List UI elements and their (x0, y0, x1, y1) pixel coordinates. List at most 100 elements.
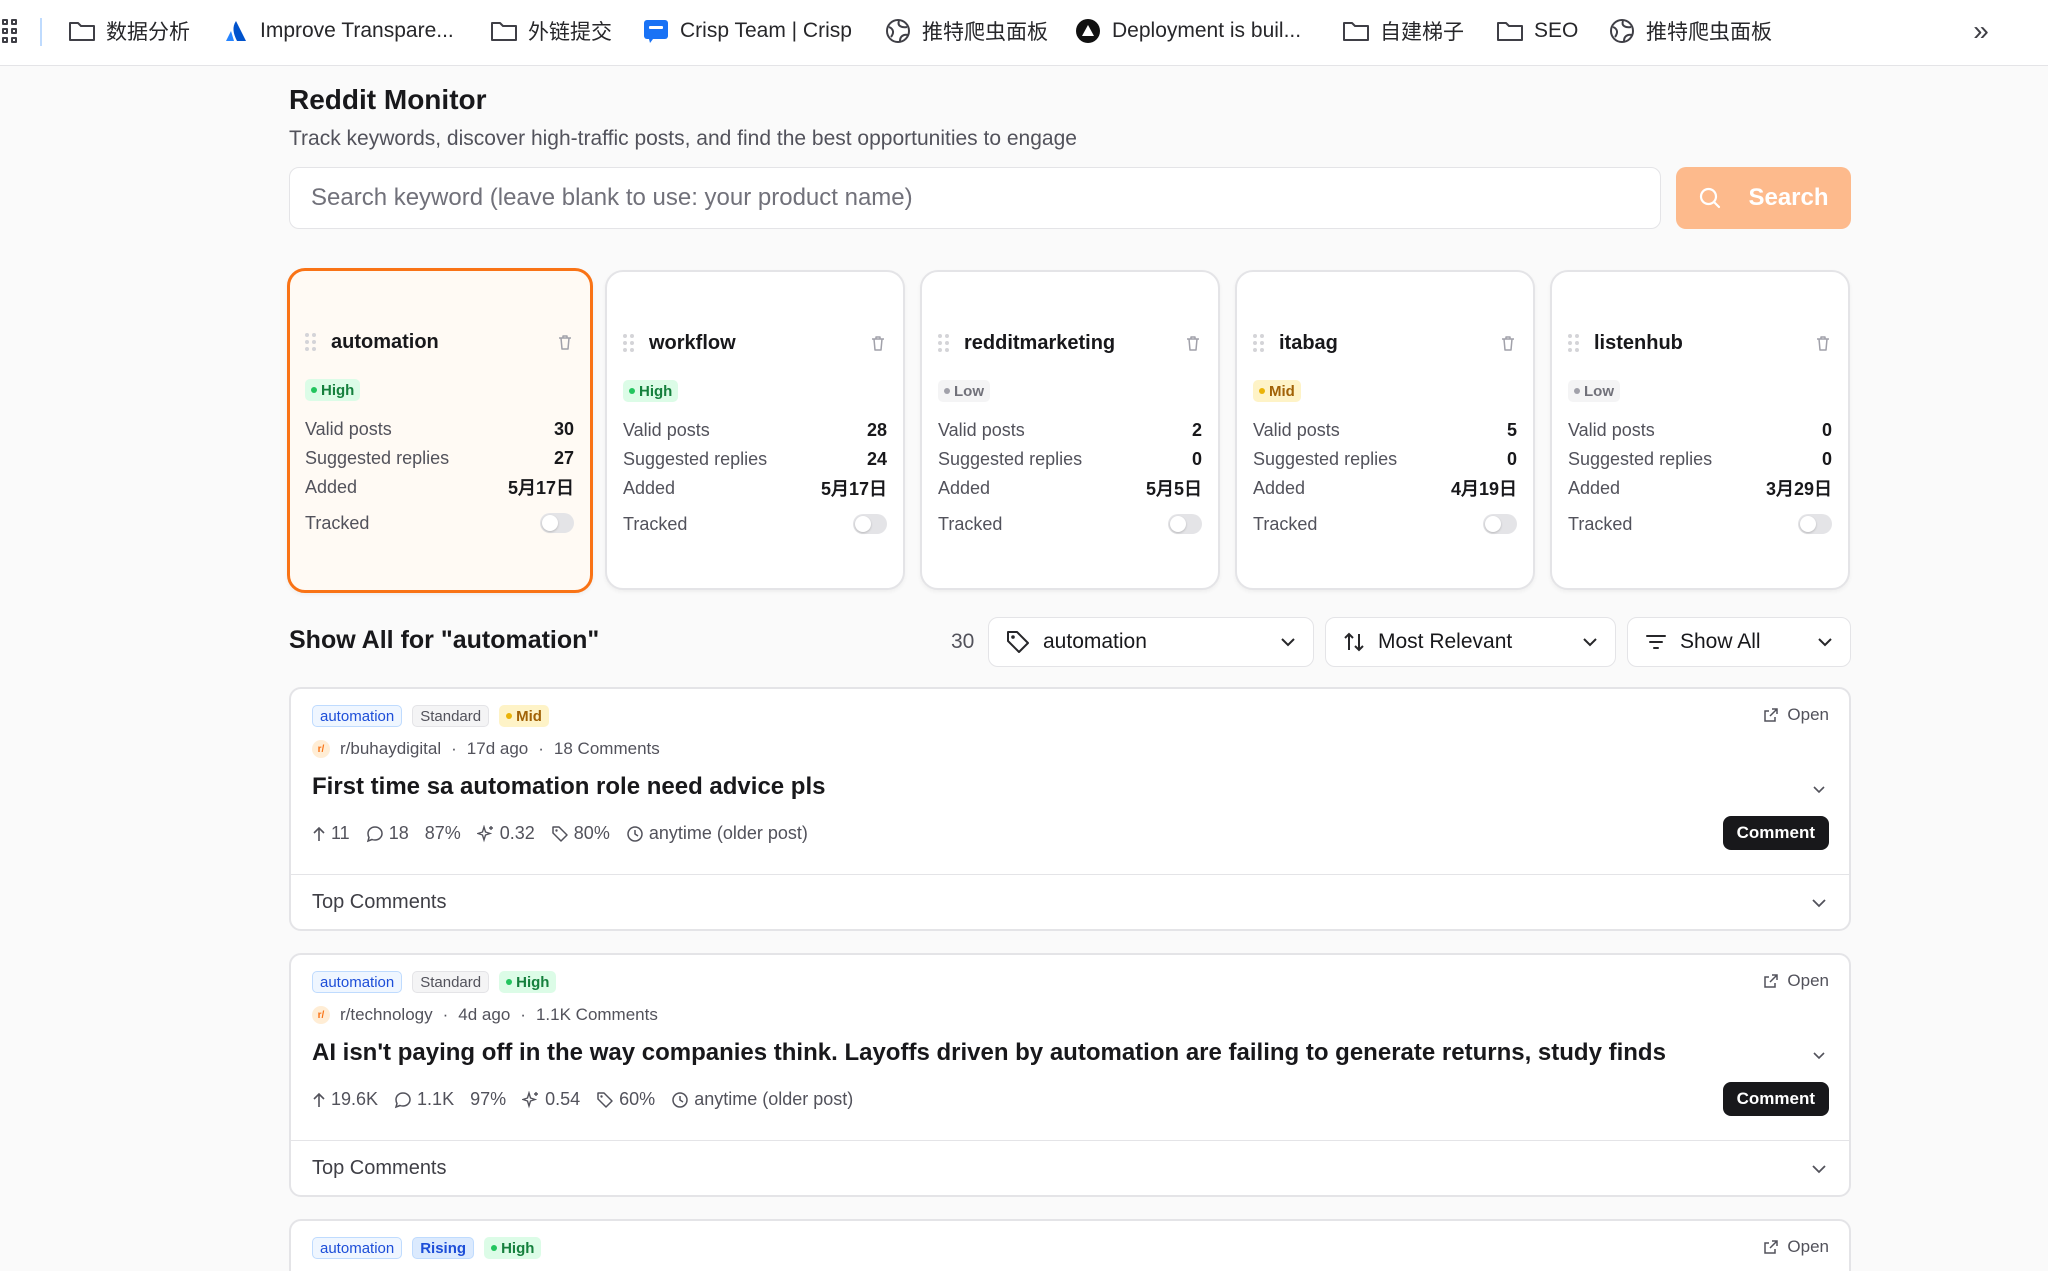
added-date-value: 4月19日 (1450, 479, 1517, 499)
top-comments-label: Top Comments (312, 1157, 447, 1179)
keyword-tag: automation (312, 1237, 403, 1259)
keyword-name: itabag (1279, 331, 1338, 354)
ratio-stat: 87% (424, 823, 461, 843)
tag-icon (552, 825, 568, 842)
chevron-down-icon (1281, 638, 1295, 647)
added-date-value: 5月5日 (1145, 479, 1202, 499)
comment-icon (366, 825, 383, 842)
bookmark-item[interactable]: Deployment is buil... (1074, 14, 1301, 48)
keyword-card-header: listenhub (1568, 328, 1832, 358)
suggested-replies-value: 0 (1506, 448, 1517, 469)
bookmark-label: 自建梯子 (1380, 21, 1464, 44)
post-card: automation Standard High Open r/r/technology… (289, 953, 1851, 1197)
tracked-toggle[interactable] (1168, 514, 1202, 534)
post-meta: r/r/buhaydigital · 17d ago · 18 Comments (312, 739, 660, 759)
comments-stat: 18 (366, 823, 409, 844)
trash-icon[interactable] (1184, 334, 1202, 352)
ratio-stat: 97% (470, 1089, 507, 1109)
bookmark-item[interactable]: Crisp Team | Crisp (642, 14, 852, 48)
open-link[interactable]: Open (1763, 705, 1829, 725)
chevron-down-icon[interactable] (1811, 781, 1827, 797)
bookmark-item[interactable]: SEO (1496, 14, 1578, 48)
tracked-toggle[interactable] (853, 514, 887, 534)
trash-icon[interactable] (869, 334, 887, 352)
sort-dropdown[interactable]: Most Relevant (1325, 617, 1616, 667)
search-button-label: Search (1748, 184, 1829, 211)
suggested-replies-row: Suggested replies 0 (1253, 448, 1517, 469)
bookmark-item[interactable]: 外链提交 (490, 14, 612, 48)
drag-handle-icon[interactable] (1568, 334, 1580, 352)
valid-posts-row: Valid posts 5 (1253, 419, 1517, 440)
keyword-card-header: automation (305, 327, 574, 357)
valid-posts-value: 28 (866, 419, 887, 440)
folder-icon (490, 17, 518, 45)
search-input[interactable] (289, 167, 1661, 229)
level-tag: High (484, 1237, 542, 1259)
comment-button[interactable]: Comment (1722, 1082, 1829, 1116)
trash-icon[interactable] (1499, 334, 1517, 352)
sparkle-icon (522, 1090, 539, 1108)
external-link-icon (1764, 708, 1779, 722)
apps-grid-icon[interactable] (2, 19, 18, 43)
keyword-card[interactable]: itabag Mid Valid posts 5 Suggested replies 0 A… (1235, 270, 1535, 590)
keyword-level-badge: Low (938, 380, 990, 402)
post-title[interactable]: First time sa automation role need advic… (312, 773, 825, 801)
post-stats: 11 18 87% 0.32 80% anytime (older post) (312, 823, 808, 844)
show-filter-dropdown[interactable]: Show All (1627, 617, 1851, 667)
open-link[interactable]: Open (1763, 971, 1829, 991)
bookmark-item[interactable]: 推特爬虫面板 (884, 14, 1048, 48)
drag-handle-icon[interactable] (1253, 334, 1265, 352)
keyword-level-badge: Mid (1253, 380, 1301, 402)
keyword-name: workflow (649, 331, 736, 354)
post-title[interactable]: AI isn't paying off in the way companies… (312, 1039, 1666, 1067)
keyword-filter-dropdown[interactable]: automation (988, 617, 1314, 667)
subreddit-name[interactable]: r/buhaydigital (340, 739, 441, 759)
tag-icon (1007, 631, 1029, 653)
search-icon (1700, 187, 1721, 209)
more-bookmarks-icon[interactable]: » (1966, 15, 1996, 46)
drag-handle-icon[interactable] (305, 333, 317, 351)
clock-icon (627, 825, 643, 842)
comments-stat: 1.1K (394, 1089, 454, 1110)
score-stat: 0.54 (522, 1089, 580, 1110)
keyword-card[interactable]: automation High Valid posts 30 Suggested rep… (287, 268, 593, 593)
top-comments-toggle[interactable]: Top Comments (291, 1140, 1849, 1196)
chevron-down-icon[interactable] (1811, 1047, 1827, 1063)
bookmark-item[interactable]: 数据分析 (68, 14, 190, 48)
bookmark-item[interactable]: Improve Transpare... (222, 14, 454, 48)
drag-handle-icon[interactable] (623, 334, 635, 352)
keyword-card[interactable]: redditmarketing Low Valid posts 2 Suggested … (920, 270, 1220, 590)
added-date-row: Added 5月5日 (938, 476, 1202, 500)
open-link[interactable]: Open (1763, 1237, 1829, 1257)
tracked-row: Tracked (1568, 512, 1832, 536)
top-comments-toggle[interactable]: Top Comments (291, 874, 1849, 930)
keyword-filter-value: automation (1043, 630, 1147, 653)
comment-button[interactable]: Comment (1722, 816, 1829, 850)
sort-value: Most Relevant (1378, 630, 1513, 653)
trash-icon[interactable] (556, 333, 574, 351)
keyword-card[interactable]: workflow High Valid posts 28 Suggested repli… (605, 270, 905, 590)
valid-posts-row: Valid posts 30 (305, 418, 574, 439)
search-button[interactable]: Search (1676, 167, 1851, 229)
level-tag: High (499, 971, 557, 993)
tracked-toggle[interactable] (540, 513, 574, 533)
keyword-card-header: workflow (623, 328, 887, 358)
keyword-card[interactable]: listenhub Low Valid posts 0 Suggested replie… (1550, 270, 1850, 590)
drag-handle-icon[interactable] (938, 334, 950, 352)
post-stats: 19.6K 1.1K 97% 0.54 60% anytime (older post) (312, 1089, 853, 1110)
globe-icon (1608, 17, 1636, 45)
tracked-toggle[interactable] (1483, 514, 1517, 534)
keyword-name: listenhub (1594, 331, 1683, 354)
subreddit-name[interactable]: r/technology (340, 1005, 433, 1025)
bookmark-item[interactable]: 推特爬虫面板 (1608, 14, 1772, 48)
valid-posts-row: Valid posts 0 (1568, 419, 1832, 440)
bookmark-item[interactable]: 自建梯子 (1342, 14, 1464, 48)
trash-icon[interactable] (1814, 334, 1832, 352)
valid-posts-value: 5 (1506, 419, 1517, 440)
added-date-value: 3月29日 (1765, 479, 1832, 499)
added-date-value: 5月17日 (820, 479, 887, 499)
tracked-toggle[interactable] (1798, 514, 1832, 534)
folder-icon (68, 17, 96, 45)
subreddit-icon: r/ (312, 1006, 330, 1024)
vercel-icon (1074, 17, 1102, 45)
